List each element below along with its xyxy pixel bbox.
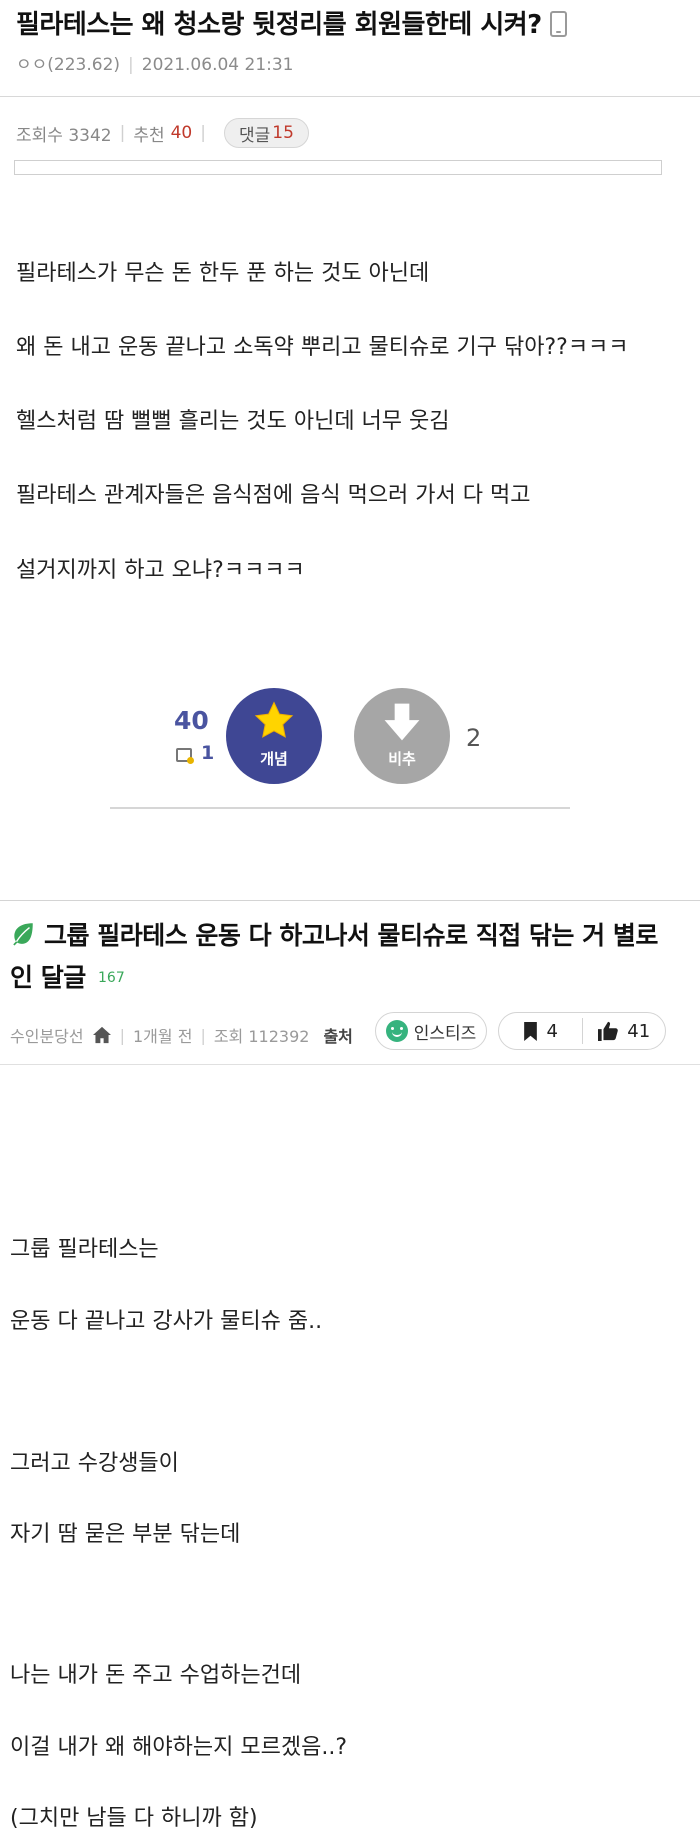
- bookmark-icon: [523, 1021, 537, 1041]
- recommend-count: 40: [170, 123, 193, 143]
- article-body-line: (그치만 남들 다 하니까 함): [10, 1806, 258, 1831]
- divider-line: [0, 96, 700, 97]
- post-title: 필라테스는 왜 청소랑 뒷정리를 회원들한테 시켜?: [16, 4, 567, 41]
- post-stats: 조회수 3342 | 추천 40 | 댓글 15: [16, 118, 309, 148]
- article-meta: 수인분당선 | 1개월 전 | 조회 112392 출처: [10, 1015, 353, 1055]
- dislike-count: 2: [466, 724, 482, 752]
- divider-line: [0, 900, 700, 901]
- article-body-line: 그룹 필라테스는: [10, 1237, 159, 1262]
- like-button[interactable]: 41: [583, 1013, 666, 1049]
- recommend-total: 40: [174, 706, 209, 735]
- view-count: 조회수 3342: [16, 125, 112, 146]
- post-title-text: 필라테스는 왜 청소랑 뒷정리를 회원들한테 시켜?: [16, 10, 542, 40]
- empty-banner-slot: [14, 160, 662, 175]
- comment-count-button[interactable]: 댓글 15: [223, 118, 309, 148]
- post-datetime: 2021.06.04 21:31: [141, 55, 294, 75]
- recommend-button-label: 개념: [260, 750, 288, 768]
- recommend-label: 추천: [133, 125, 165, 146]
- divider-line: [0, 1064, 700, 1065]
- article-body-line: 나는 내가 돈 주고 수업하는건데: [10, 1663, 302, 1688]
- post-body-line: 왜 돈 내고 운동 끝나고 소독약 뿌리고 물티슈로 기구 닦아??ㅋㅋㅋ: [16, 335, 629, 360]
- fix-note-icon: [176, 748, 194, 764]
- divider: |: [119, 123, 126, 143]
- article-body-line: 운동 다 끝나고 강사가 물티슈 줌..: [10, 1309, 323, 1334]
- article-views: 조회 112392: [213, 1027, 310, 1046]
- post-body-line: 필라테스가 무슨 돈 한두 푼 하는 것도 아닌데: [16, 261, 430, 286]
- divider: |: [200, 1025, 206, 1045]
- article-body-line: 이걸 내가 왜 해야하는지 모르겠음..?: [10, 1735, 347, 1760]
- article-body-line: 그러고 수강생들이: [10, 1451, 179, 1476]
- divider-line: [110, 807, 570, 809]
- post-meta: ㅇㅇ(223.62) | 2021.06.04 21:31: [16, 50, 294, 75]
- post-body-line: 필라테스 관계자들은 음식점에 음식 먹으러 가서 다 먹고: [16, 483, 531, 508]
- thumbs-up-icon: [598, 1021, 619, 1041]
- fix-count: 1: [201, 742, 215, 764]
- star-icon: [254, 701, 294, 738]
- divider: |: [119, 1025, 125, 1045]
- leaf-icon: [13, 923, 33, 946]
- divider: |: [128, 55, 134, 75]
- bookmark-count: 4: [546, 1020, 558, 1042]
- like-count: 41: [627, 1020, 651, 1042]
- source-button[interactable]: 인스티즈: [375, 1012, 487, 1050]
- article-title-line: 그룹 필라테스 운동 다 하고나서 물티슈로 직접 닦는 거 별로: [44, 921, 658, 950]
- article-author[interactable]: 수인분당선: [10, 1023, 84, 1047]
- bookmark-button[interactable]: 4: [499, 1013, 582, 1049]
- smile-icon: [385, 1020, 408, 1042]
- article-body-line: 자기 땀 묻은 부분 닦는데: [10, 1522, 241, 1547]
- arrow-down-icon: [384, 703, 420, 741]
- author-name[interactable]: ㅇㅇ(223.62): [16, 55, 120, 75]
- article-title-line: 인 달글: [10, 963, 86, 992]
- comment-label: 댓글: [238, 125, 271, 146]
- post-body-line: 설거지까지 하고 오냐?ㅋㅋㅋㅋ: [16, 558, 305, 583]
- article-time: 1개월 전: [133, 1027, 193, 1046]
- home-icon[interactable]: [92, 1026, 112, 1044]
- divider: |: [200, 123, 206, 143]
- article-actions: 4 41: [498, 1012, 666, 1050]
- source-name: 인스티즈: [413, 1023, 477, 1044]
- comment-count: 15: [272, 123, 294, 143]
- post-body-line: 헬스처럼 땀 뻘뻘 흘리는 것도 아닌데 너무 웃김: [16, 409, 450, 434]
- source-label: 출처: [323, 1027, 353, 1046]
- article-comment-count[interactable]: 167: [98, 970, 125, 986]
- mobile-phone-icon: [549, 10, 567, 37]
- dislike-button-label: 비추: [388, 750, 416, 768]
